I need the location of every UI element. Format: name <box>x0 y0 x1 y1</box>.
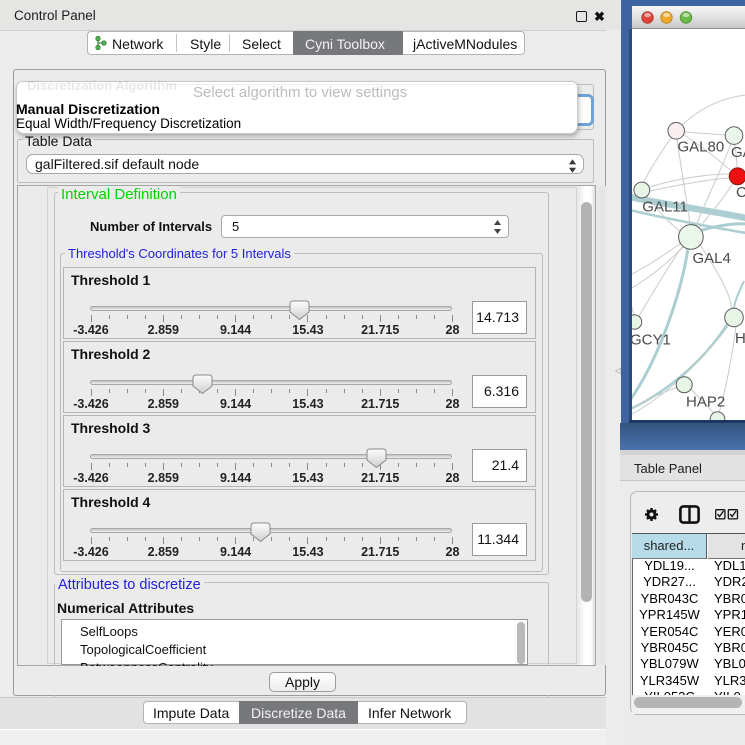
svg-text:GAL11: GAL11 <box>642 199 688 216</box>
svg-text:CD: CD <box>736 184 745 201</box>
svg-text:H: H <box>735 330 745 347</box>
svg-text:GA: GA <box>731 144 745 161</box>
svg-text:GAL80: GAL80 <box>678 139 725 156</box>
svg-text:HAP2: HAP2 <box>686 394 725 411</box>
svg-text:GAL4: GAL4 <box>693 250 731 267</box>
svg-text:GCY1: GCY1 <box>632 332 671 349</box>
